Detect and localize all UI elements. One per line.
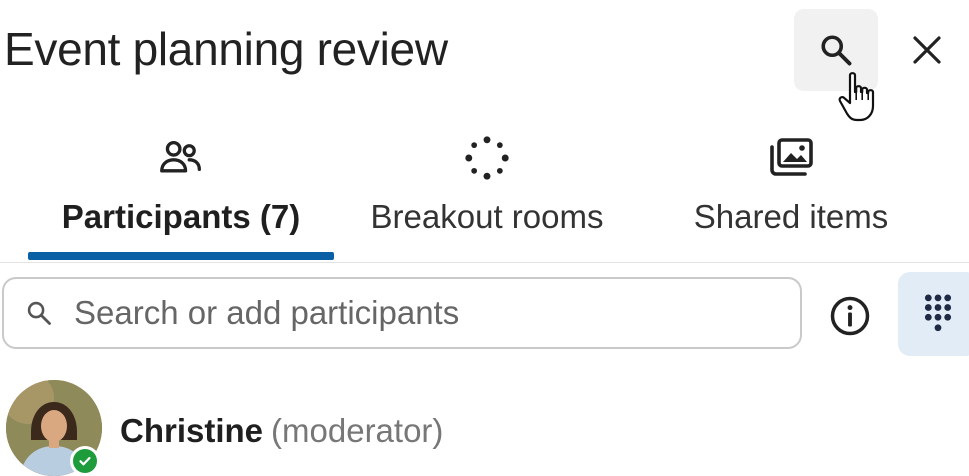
dialpad-icon [924,294,952,332]
people-icon [160,140,201,173]
close-icon [913,36,941,64]
tab-participants-label: Participants (7) [61,198,301,235]
tab-participants[interactable]: Participants (7) [28,128,334,260]
dialpad-button[interactable] [898,272,969,356]
active-tab-indicator [28,252,334,260]
info-button[interactable] [820,286,880,346]
tab-divider [0,262,969,263]
participant-search-field[interactable] [2,277,802,349]
participant-role: (moderator) [271,412,444,449]
tab-breakout-rooms-label: Breakout rooms [370,198,604,235]
participant-name: Christine (moderator) [120,412,443,450]
tab-breakout-rooms[interactable]: Breakout rooms [352,128,622,260]
info-icon [830,296,870,336]
presence-available-icon [70,446,100,476]
close-button[interactable] [898,14,956,86]
tab-shared-items[interactable]: Shared items [666,128,916,260]
participant-list-item[interactable]: Christine (moderator) [0,378,969,476]
tab-shared-items-label: Shared items [693,198,889,235]
participant-search-input[interactable] [74,294,774,332]
breakout-rooms-icon [465,136,509,180]
page-title: Event planning review [4,23,448,75]
participant-name-text: Christine [120,412,264,449]
shared-items-icon [770,138,813,176]
search-icon [27,301,51,325]
search-icon [821,35,852,66]
tab-bar: Participants (7) Breakout rooms Shared i… [0,128,969,264]
hand-pointer-cursor-icon [838,72,875,122]
